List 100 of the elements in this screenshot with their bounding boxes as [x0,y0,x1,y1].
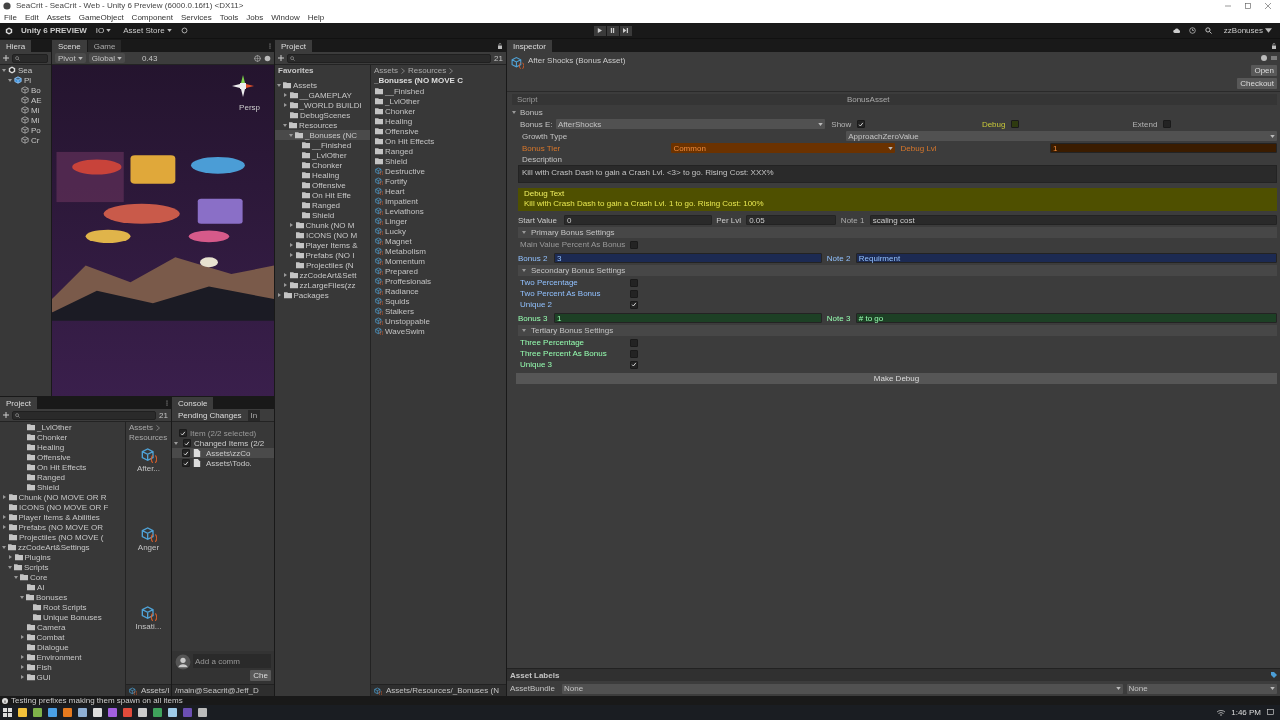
note-field[interactable]: scaling cost [869,215,1277,225]
expand-arrow-icon[interactable] [289,133,293,137]
tree-item[interactable]: zzLargeFiles(zz [275,280,370,290]
checkbox[interactable] [630,349,638,358]
tree-item[interactable]: Shield [0,482,125,492]
checkbox[interactable] [1011,120,1020,128]
menu-item[interactable]: Component [131,12,173,22]
change-row[interactable]: Assets\Todo. [172,458,274,468]
tree-item[interactable]: Ranged [0,472,125,482]
expand-arrow-icon[interactable] [174,441,178,445]
menu-item[interactable]: Assets [46,12,71,22]
camera-mode-label[interactable]: Persp [239,103,260,112]
expand-arrow-icon[interactable] [3,525,6,529]
add-icon[interactable] [3,412,9,418]
pause-icon[interactable] [610,28,616,33]
tree-item[interactable]: Fish [0,662,125,672]
add-icon[interactable] [3,55,9,61]
tree-item[interactable]: Offensive [0,452,125,462]
asset-list-entry[interactable]: Magnet [375,236,506,246]
number-field[interactable]: 1 [554,313,822,323]
close-icon[interactable] [1265,2,1271,9]
preset-icon[interactable] [1271,55,1277,61]
tree-item[interactable]: _WORLD BUILDI [275,100,370,110]
lock-icon[interactable] [1271,42,1277,49]
asset-list-entry[interactable]: Ranged [375,146,506,156]
tree-item[interactable]: Scripts [0,562,125,572]
expand-arrow-icon[interactable] [284,93,287,97]
asset-list-entry[interactable]: Metabolism [375,246,506,256]
tree-item[interactable]: Prefabs (NO MOVE OR [0,522,125,532]
tree-item[interactable]: zzCodeArt&Sett [275,270,370,280]
menu-item[interactable]: Tools [219,12,239,22]
asset-list-entry[interactable]: Linger [375,216,506,226]
note-field[interactable]: # to go [855,313,1277,323]
console-tab[interactable]: Console [172,397,214,409]
change-row[interactable]: Assets\zzCo [172,448,274,458]
expand-arrow-icon[interactable] [290,253,293,257]
foldout-label[interactable]: Tertiary Bonus Settings [531,326,614,335]
gizmo-toggle-icon[interactable] [254,54,261,62]
tree-item[interactable]: Chunk (NO M [275,220,370,230]
menu-item[interactable]: Window [271,12,300,22]
expand-arrow-icon[interactable] [522,329,526,332]
tree-item[interactable]: __Finished [275,140,370,150]
tree-item[interactable]: AE [0,95,51,105]
history-icon[interactable] [1188,27,1196,34]
asset-list-entry[interactable]: Prepared [375,266,506,276]
expand-arrow-icon[interactable] [277,83,281,87]
tree-item[interactable]: zzCodeArt&Settings [0,542,125,552]
expand-arrow-icon[interactable] [284,273,287,277]
tree-item[interactable]: Mi [0,105,51,115]
clock-time[interactable]: 1:46 PM [1231,708,1261,717]
breadcrumb[interactable]: Resources [408,66,447,75]
tree-item[interactable]: Dialogue [0,642,125,652]
tree-item[interactable]: Plugins [0,552,125,562]
expand-arrow-icon[interactable] [290,243,293,247]
tree-item[interactable]: Environment [0,652,125,662]
expand-arrow-icon[interactable] [284,103,287,107]
tree-item[interactable]: DebugScenes [275,110,370,120]
asset-list-entry[interactable]: __Finished [375,86,506,96]
step-icon[interactable] [623,28,629,33]
menu-item[interactable]: Edit [24,12,39,22]
expand-arrow-icon[interactable] [21,655,24,659]
asset-list-entry[interactable]: Momentum [375,256,506,266]
asset-list-entry[interactable]: Stalkers [375,306,506,316]
tree-item[interactable]: Healing [275,170,370,180]
checkbox[interactable] [1163,120,1172,128]
checkbox[interactable] [182,459,190,467]
tree-item[interactable]: Sea [0,65,51,75]
global-dropdown[interactable]: Global [88,53,125,63]
lock-icon[interactable] [497,42,503,49]
tree-item[interactable]: On Hit Effe [275,190,370,200]
checkbox[interactable] [630,278,638,287]
tree-item[interactable]: On Hit Effects [0,462,125,472]
expand-arrow-icon[interactable] [21,635,24,639]
asset-name[interactable]: Anger [137,543,160,552]
asset-store-dropdown[interactable]: Asset Store [120,25,175,36]
expand-arrow-icon[interactable] [3,495,6,499]
breadcrumb[interactable]: Assets [374,66,398,75]
tree-item[interactable]: Cr [0,135,51,145]
tree-item[interactable]: Projectiles (NO MOVE ( [0,532,125,542]
checkbox[interactable] [630,289,638,298]
asset-name[interactable]: After... [136,464,161,473]
tree-item[interactable]: Po [0,125,51,135]
menu-item[interactable]: Help [307,12,325,22]
asset-list-entry[interactable]: Chonker [375,106,506,116]
checkin-button[interactable]: Che [250,670,271,681]
pivot-dropdown[interactable]: Pivot [55,53,86,63]
project-tab[interactable]: Project [275,40,312,52]
asset-list-entry[interactable]: Impatient [375,196,506,206]
tree-item[interactable]: Offensive [275,180,370,190]
comment-field[interactable]: Add a comm [193,654,271,668]
tree-item[interactable]: ICONS (NO MOVE OR F [0,502,125,512]
debug-level-field[interactable]: 1 [1049,143,1277,153]
expand-arrow-icon[interactable] [522,269,526,272]
checkbox[interactable] [183,439,191,447]
play-icon[interactable] [597,28,603,33]
asset-list-entry[interactable]: Leviathons [375,206,506,216]
tag-icon[interactable] [1271,672,1277,678]
asset-list-entry[interactable]: Destructive [375,166,506,176]
asset-list-entry[interactable]: Offensive [375,126,506,136]
sphere-icon[interactable] [264,54,271,62]
